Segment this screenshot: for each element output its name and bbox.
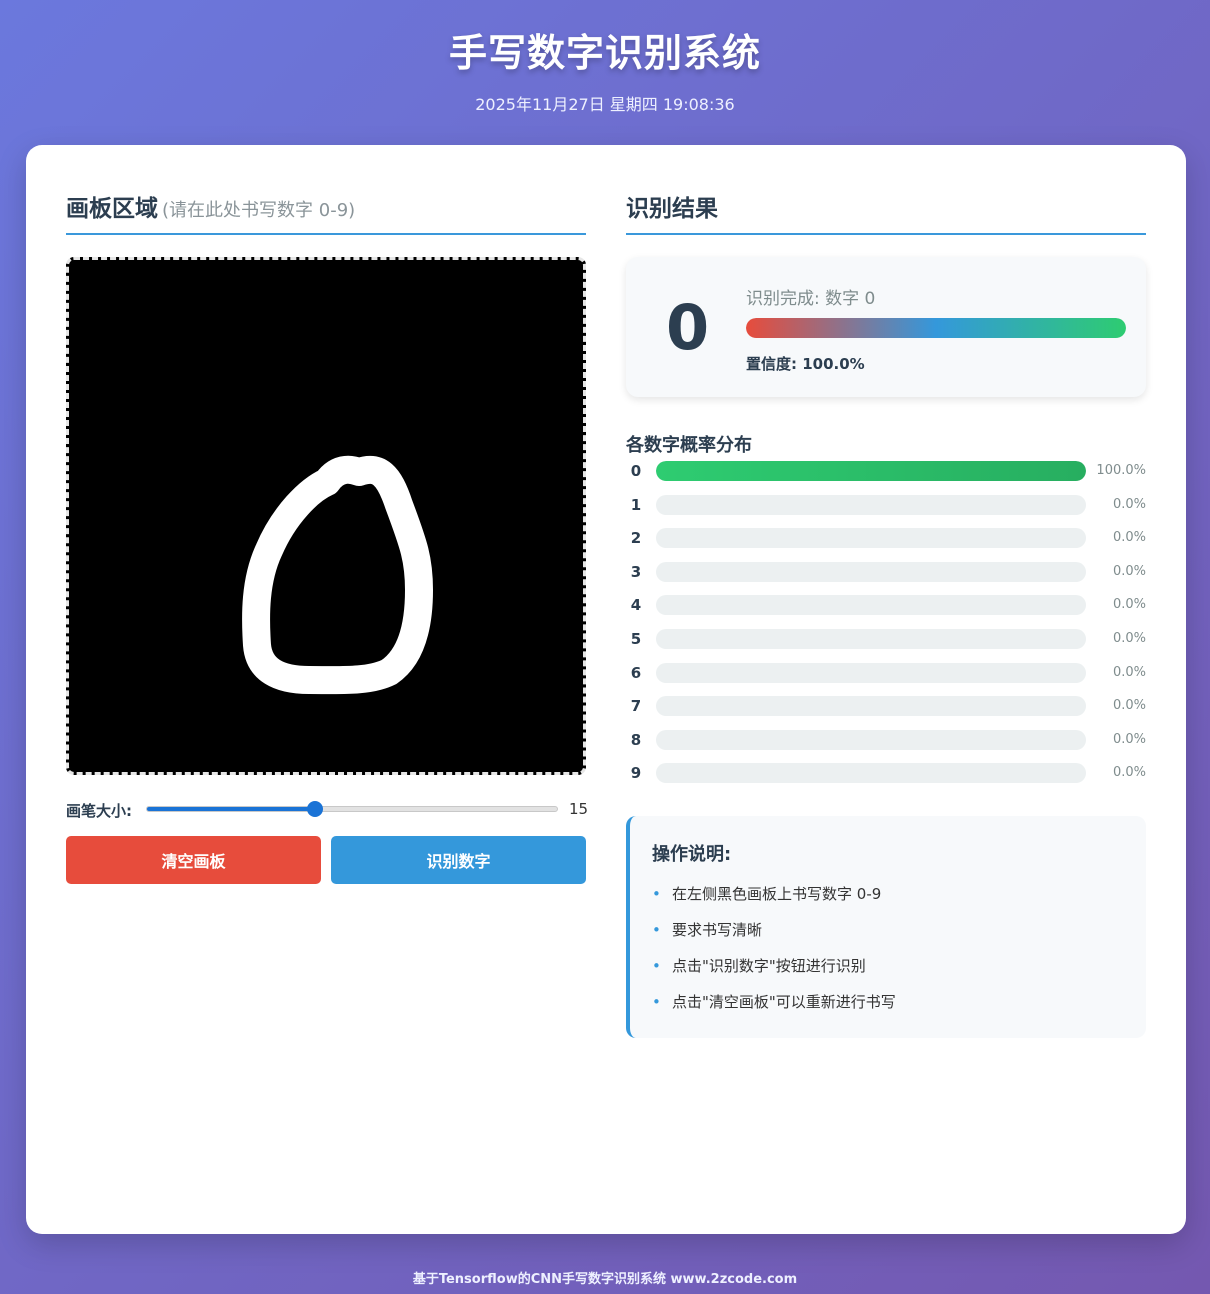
probability-bar-fill <box>656 461 1086 481</box>
probability-value: 0.0% <box>1112 496 1146 512</box>
probability-bar <box>656 528 1086 549</box>
instruction-item: 要求书写清晰 <box>652 918 896 954</box>
recognize-button[interactable]: 识别数字 <box>331 836 586 884</box>
instructions-panel: 操作说明: 在左侧黑色画板上书写数字 0-9 要求书写清晰 点击"识别数字"按钮… <box>626 816 1146 1038</box>
result-panel: 0 识别完成: 数字 0 置信度: 100.0% <box>626 257 1146 397</box>
instructions-list: 在左侧黑色画板上书写数字 0-9 要求书写清晰 点击"识别数字"按钮进行识别 点… <box>652 882 896 1026</box>
probability-value: 100.0% <box>1096 463 1146 478</box>
result-section-header: 识别结果 <box>626 189 1146 235</box>
probability-row-5: 5 0.0% <box>626 629 1146 649</box>
probability-digit: 0 <box>630 462 642 480</box>
probability-row-2: 2 0.0% <box>626 528 1146 549</box>
predicted-digit: 0 <box>666 291 710 364</box>
slider-fill <box>147 807 316 811</box>
probability-row-7: 7 0.0% <box>626 696 1146 717</box>
probability-digit: 3 <box>630 562 642 581</box>
brush-size-control: 画笔大小: 15 <box>66 797 589 821</box>
result-section-title: 识别结果 <box>626 196 718 222</box>
probability-row-9: 9 0.0% <box>626 763 1146 784</box>
probability-digit: 5 <box>630 630 642 648</box>
probability-value: 0.0% <box>1112 631 1146 646</box>
instruction-item: 点击"识别数字"按钮进行识别 <box>652 954 896 990</box>
confidence-bar-fill <box>746 318 1126 338</box>
probability-digit: 4 <box>630 596 642 615</box>
clear-canvas-button[interactable]: 清空画板 <box>66 836 321 884</box>
probability-row-6: 6 0.0% <box>626 662 1146 683</box>
probability-value: 0.0% <box>1112 530 1146 546</box>
probability-bar <box>656 729 1086 750</box>
canvas-section-title: 画板区域 <box>66 196 158 222</box>
probability-digit: 2 <box>630 529 642 548</box>
confidence-bar <box>746 318 1126 338</box>
probability-bar <box>656 763 1086 784</box>
probability-bar <box>656 494 1086 515</box>
probability-value: 0.0% <box>1112 765 1146 781</box>
probability-value: 0.0% <box>1112 664 1146 680</box>
confidence-text: 置信度: 100.0% <box>746 355 865 373</box>
probability-row-1: 1 0.0% <box>626 494 1146 515</box>
probability-digit: 1 <box>630 495 642 514</box>
drawing-canvas[interactable] <box>66 257 586 775</box>
probability-digit: 6 <box>630 663 642 682</box>
probability-bar <box>656 561 1086 582</box>
probability-bar <box>656 662 1086 683</box>
datetime: 2025年11月27日 星期四 19:08:36 <box>475 95 735 114</box>
probability-row-0: 0 100.0% <box>626 461 1146 481</box>
main-card: 画板区域 (请在此处书写数字 0-9) 识别结果 画笔大小: 15 清空画板 识别… <box>26 145 1186 1234</box>
page-title: 手写数字识别系统 <box>448 31 761 75</box>
slider-thumb[interactable] <box>307 801 324 817</box>
probability-row-8: 8 0.0% <box>626 729 1146 750</box>
probability-value: 0.0% <box>1112 698 1146 714</box>
probability-bar <box>656 629 1086 649</box>
probability-bar <box>656 461 1086 481</box>
probability-title: 各数字概率分布 <box>626 435 752 456</box>
instruction-item: 点击"清空画板"可以重新进行书写 <box>652 990 896 1026</box>
handwritten-stroke <box>242 455 433 695</box>
instruction-item: 在左侧黑色画板上书写数字 0-9 <box>652 882 896 918</box>
probability-value: 0.0% <box>1112 597 1146 613</box>
canvas-section-header: 画板区域 (请在此处书写数字 0-9) <box>66 189 586 235</box>
probability-row-3: 3 0.0% <box>626 561 1146 582</box>
brush-size-value: 15 <box>569 800 589 818</box>
probability-value: 0.0% <box>1112 563 1146 579</box>
result-status: 识别完成: 数字 0 <box>746 289 876 309</box>
brush-size-label: 画笔大小: <box>66 802 132 820</box>
probability-value: 0.0% <box>1112 731 1146 747</box>
footer: 基于Tensorflow的CNN手写数字识别系统 www.2zcode.com <box>412 1272 798 1287</box>
instructions-title: 操作说明: <box>652 844 732 865</box>
brush-size-slider[interactable] <box>146 801 558 817</box>
probability-digit: 8 <box>630 730 642 749</box>
probability-bar <box>656 595 1086 616</box>
probability-digit: 9 <box>630 764 642 783</box>
canvas-section-hint: (请在此处书写数字 0-9) <box>162 200 356 221</box>
probability-row-4: 4 0.0% <box>626 595 1146 616</box>
probability-digit: 7 <box>630 697 642 716</box>
probability-bar <box>656 696 1086 717</box>
